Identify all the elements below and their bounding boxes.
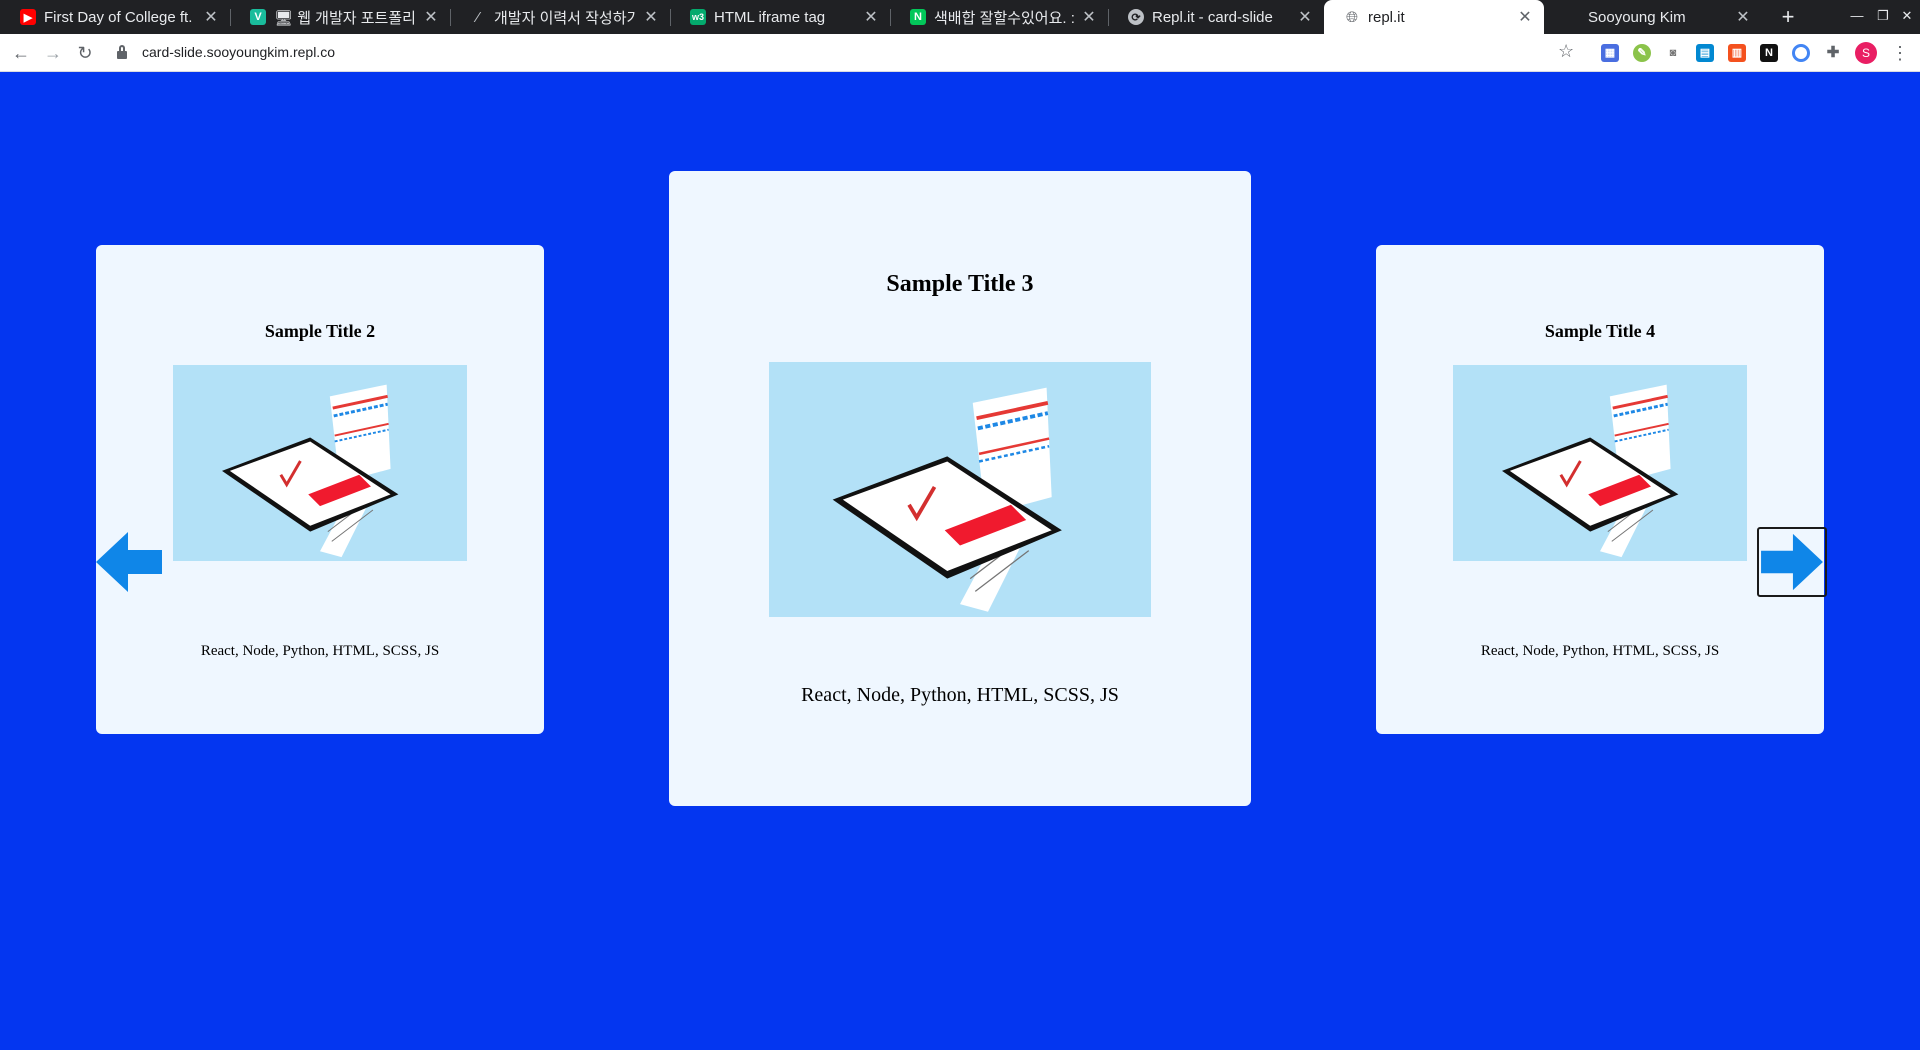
reload-icon[interactable]: ↻ bbox=[73, 41, 97, 65]
tab-sooyoung-kim[interactable]: Sooyoung Kim ✕ bbox=[1544, 0, 1762, 34]
tab-replit-active[interactable]: 🌐︎ repl.it ✕ bbox=[1324, 0, 1544, 34]
extension-grid-icon[interactable]: ▥ bbox=[1728, 44, 1746, 62]
card-tech-stack: React, Node, Python, HTML, SCSS, JS bbox=[1480, 643, 1720, 659]
tab-iframe[interactable]: w3 HTML iframe tag ✕ bbox=[670, 0, 891, 34]
extension-google-icon[interactable]: ✎ bbox=[1633, 44, 1651, 62]
camera-icon[interactable]: ◙ bbox=[1664, 44, 1682, 62]
close-icon[interactable]: ✕ bbox=[642, 7, 660, 27]
card-center[interactable]: Sample Title 3 React, Node, Python, HTML… bbox=[669, 171, 1265, 821]
tab-resume[interactable]: ⁄ 개발자 이력서 작성하기 ( ✕ bbox=[450, 0, 671, 34]
tab-title: HTML iframe tag bbox=[714, 8, 826, 26]
restore-icon[interactable]: ❐ bbox=[1872, 5, 1894, 27]
close-icon[interactable]: ✕ bbox=[1296, 7, 1314, 27]
voting-phone-illustration bbox=[222, 384, 399, 558]
card-tech-stack: React, Node, Python, HTML, SCSS, JS bbox=[200, 643, 440, 659]
prev-arrow-button[interactable] bbox=[94, 527, 164, 597]
blank-favicon-icon bbox=[1564, 9, 1580, 25]
tab-replit-card-slide[interactable]: ⟳ Repl.it - card-slide ✕ bbox=[1108, 0, 1324, 34]
extension-color-icon[interactable]: ▦ bbox=[1601, 44, 1619, 62]
globe-icon: 🌐︎ bbox=[1345, 8, 1358, 26]
tab-title: Sooyoung Kim bbox=[1588, 8, 1686, 26]
close-icon[interactable]: ✕ bbox=[1734, 7, 1752, 27]
extension-ring-icon[interactable] bbox=[1792, 44, 1810, 62]
card-tech-stack: React, Node, Python, HTML, SCSS, JS bbox=[801, 684, 1119, 706]
tab-title: 🖥 웹 개발자 포트폴리오 bbox=[274, 9, 416, 27]
forward-arrow-icon[interactable]: → bbox=[41, 41, 65, 65]
tab-title: Repl.it - card-slide bbox=[1152, 8, 1273, 26]
profile-avatar[interactable]: S bbox=[1855, 42, 1877, 64]
address-bar[interactable]: card-slide.sooyoungkim.repl.co bbox=[142, 44, 335, 60]
tab-title: First Day of College ft. bbox=[44, 8, 193, 26]
close-icon[interactable]: ✕ bbox=[202, 7, 220, 27]
voting-phone-illustration bbox=[1502, 384, 1679, 558]
extension-layout-icon[interactable]: ▤ bbox=[1696, 44, 1714, 62]
naver-icon: N bbox=[910, 9, 926, 25]
puzzle-icon[interactable]: ✚ bbox=[1824, 44, 1842, 62]
window-close-icon[interactable]: ✕ bbox=[1896, 5, 1918, 27]
browser-toolbar: ← → ↻ card-slide.sooyoungkim.repl.co ☆ ▦… bbox=[0, 34, 1920, 72]
arrow-right-icon bbox=[1761, 533, 1823, 591]
lock-icon bbox=[117, 45, 127, 59]
voting-phone-illustration bbox=[832, 387, 1062, 612]
close-icon[interactable]: ✕ bbox=[1516, 7, 1534, 27]
card-image bbox=[769, 362, 1151, 617]
card-title: Sample Title 2 bbox=[264, 321, 376, 341]
card-title: Sample Title 3 bbox=[886, 271, 1034, 297]
card-right[interactable]: Sample Title 4 React, Node, Python, HTML… bbox=[1376, 245, 1836, 746]
card-left[interactable]: Sample Title 2 React, Node, Python, HTML… bbox=[96, 245, 556, 746]
tab-title: 색배합 잘할수있어요. : 네 bbox=[934, 9, 1074, 27]
close-icon[interactable]: ✕ bbox=[862, 7, 880, 27]
tab-title: repl.it bbox=[1368, 8, 1405, 26]
tab-title: 개발자 이력서 작성하기 ( bbox=[494, 9, 636, 27]
tab-portfolio[interactable]: V 🖥 웹 개발자 포트폴리오 ✕ bbox=[230, 0, 451, 34]
replit-icon: ⟳ bbox=[1128, 9, 1144, 25]
card-image bbox=[173, 365, 467, 561]
browser-tab-strip: ▶ First Day of College ft. ✕ V 🖥 웹 개발자 포… bbox=[0, 0, 1920, 34]
card-title: Sample Title 4 bbox=[1544, 321, 1656, 341]
notion-icon[interactable]: N bbox=[1760, 44, 1778, 62]
bookmark-star-icon[interactable]: ☆ bbox=[1558, 41, 1574, 62]
menu-kebab-icon[interactable]: ⋮ bbox=[1890, 41, 1910, 65]
close-icon[interactable]: ✕ bbox=[422, 7, 440, 27]
minimize-icon[interactable]: — bbox=[1846, 5, 1868, 27]
tab-youtube[interactable]: ▶ First Day of College ft. ✕ bbox=[0, 0, 231, 34]
tab-naver[interactable]: N 색배합 잘할수있어요. : 네 ✕ bbox=[890, 0, 1109, 34]
next-arrow-button[interactable] bbox=[1757, 527, 1827, 597]
w3-icon: w3 bbox=[690, 9, 706, 25]
close-icon[interactable]: ✕ bbox=[1080, 7, 1098, 27]
youtube-icon: ▶ bbox=[20, 9, 36, 25]
new-tab-button[interactable]: + bbox=[1774, 3, 1802, 31]
back-arrow-icon[interactable]: ← bbox=[9, 41, 33, 65]
arrow-left-icon bbox=[96, 532, 162, 592]
v-icon: V bbox=[250, 9, 266, 25]
slash-icon: ⁄ bbox=[476, 8, 480, 26]
card-image bbox=[1453, 365, 1747, 561]
